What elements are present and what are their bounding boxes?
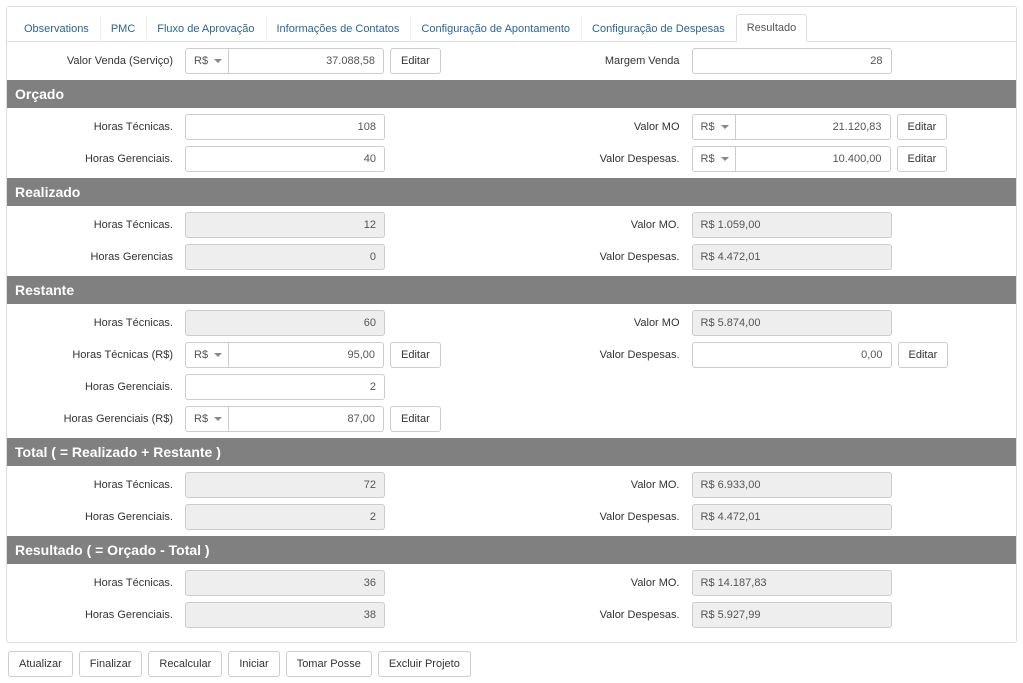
label-total-valor-mo: Valor MO.: [512, 479, 692, 491]
tab-info-contatos[interactable]: Informações de Contatos: [266, 15, 411, 42]
input-real-horas-ger: [185, 244, 385, 270]
label-total-horas-tec: Horas Técnicas.: [15, 479, 185, 491]
main-panel: Observations PMC Fluxo de Aprovação Info…: [6, 6, 1017, 643]
label-orcado-valor-mo: Valor MO: [512, 121, 692, 133]
input-total-valor-mo: [692, 472, 892, 498]
section-realizado: Realizado: [7, 178, 1016, 206]
edit-rest-ger-button[interactable]: Editar: [390, 406, 441, 432]
select-currency-rest-tec[interactable]: R$: [185, 342, 229, 368]
edit-rest-desp-button[interactable]: Editar: [898, 342, 949, 368]
tab-resultado[interactable]: Resultado: [736, 14, 808, 42]
input-res-valor-mo: [692, 570, 892, 596]
finalizar-button[interactable]: Finalizar: [79, 651, 143, 677]
select-currency-orcado-desp[interactable]: R$: [692, 146, 736, 172]
tab-fluxo[interactable]: Fluxo de Aprovação: [146, 15, 265, 42]
input-total-horas-tec: [185, 472, 385, 498]
tab-config-despesas[interactable]: Configuração de Despesas: [581, 15, 736, 42]
input-rest-horas-ger[interactable]: [185, 374, 385, 400]
label-orcado-horas-ger: Horas Gerenciais.: [15, 153, 185, 165]
tab-observations[interactable]: Observations: [13, 15, 100, 42]
label-rest-valor-desp: Valor Despesas.: [512, 349, 692, 361]
label-res-valor-mo: Valor MO.: [512, 577, 692, 589]
label-orcado-valor-desp: Valor Despesas.: [512, 153, 692, 165]
input-orcado-valor-mo[interactable]: [736, 114, 891, 140]
label-real-horas-ger: Horas Gerencias: [15, 251, 185, 263]
label-total-horas-ger: Horas Gerenciais.: [15, 511, 185, 523]
input-rest-valor-desp[interactable]: [692, 342, 892, 368]
tabbar: Observations PMC Fluxo de Aprovação Info…: [7, 7, 1016, 42]
tab-config-apontamento[interactable]: Configuração de Apontamento: [410, 15, 581, 42]
input-orcado-horas-tec[interactable]: [185, 114, 385, 140]
label-rest-valor-mo: Valor MO: [512, 317, 692, 329]
label-real-horas-tec: Horas Técnicas.: [15, 219, 185, 231]
input-real-horas-tec: [185, 212, 385, 238]
select-currency-rest-ger[interactable]: R$: [185, 406, 229, 432]
section-restante: Restante: [7, 276, 1016, 304]
tomar-posse-button[interactable]: Tomar Posse: [286, 651, 372, 677]
input-rest-valor-mo: [692, 310, 892, 336]
label-total-valor-desp: Valor Despesas.: [512, 511, 692, 523]
iniciar-button[interactable]: Iniciar: [228, 651, 279, 677]
section-total: Total ( = Realizado + Restante ): [7, 438, 1016, 466]
label-rest-horas-ger: Horas Gerenciais.: [15, 381, 185, 393]
input-orcado-horas-ger[interactable]: [185, 146, 385, 172]
input-rest-horas-tec: [185, 310, 385, 336]
input-total-horas-ger: [185, 504, 385, 530]
edit-valor-venda-button[interactable]: Editar: [390, 48, 441, 74]
label-res-horas-ger: Horas Gerenciais.: [15, 609, 185, 621]
section-orcado: Orçado: [7, 80, 1016, 108]
input-valor-venda[interactable]: [229, 48, 384, 74]
input-total-valor-desp: [692, 504, 892, 530]
input-rest-horas-ger-rs[interactable]: [229, 406, 384, 432]
tab-pmc[interactable]: PMC: [100, 15, 146, 42]
label-margem-venda: Margem Venda: [512, 55, 692, 67]
label-orcado-horas-tec: Horas Técnicas.: [15, 121, 185, 133]
input-rest-horas-tec-rs[interactable]: [229, 342, 384, 368]
select-currency-orcado-mo[interactable]: R$: [692, 114, 736, 140]
atualizar-button[interactable]: Atualizar: [8, 651, 73, 677]
select-currency-venda[interactable]: R$: [185, 48, 229, 74]
label-rest-horas-ger-rs: Horas Gerenciais (R$): [15, 413, 185, 425]
edit-orcado-desp-button[interactable]: Editar: [897, 146, 948, 172]
label-real-valor-mo: Valor MO.: [512, 219, 692, 231]
label-res-valor-desp: Valor Despesas.: [512, 609, 692, 621]
recalcular-button[interactable]: Recalcular: [148, 651, 222, 677]
input-real-valor-desp: [692, 244, 892, 270]
footer-buttons: Atualizar Finalizar Recalcular Iniciar T…: [6, 643, 1017, 677]
edit-rest-tec-button[interactable]: Editar: [390, 342, 441, 368]
input-res-valor-desp: [692, 602, 892, 628]
edit-orcado-mo-button[interactable]: Editar: [897, 114, 948, 140]
input-real-valor-mo: [692, 212, 892, 238]
label-rest-horas-tec: Horas Técnicas.: [15, 317, 185, 329]
input-margem-venda[interactable]: [692, 48, 892, 74]
label-valor-venda: Valor Venda (Serviço): [15, 55, 185, 67]
label-real-valor-desp: Valor Despesas.: [512, 251, 692, 263]
label-rest-horas-tec-rs: Horas Técnicas (R$): [15, 349, 185, 361]
section-resultado: Resultado ( = Orçado - Total ): [7, 536, 1016, 564]
input-res-horas-tec: [185, 570, 385, 596]
label-res-horas-tec: Horas Técnicas.: [15, 577, 185, 589]
input-res-horas-ger: [185, 602, 385, 628]
excluir-projeto-button[interactable]: Excluir Projeto: [378, 651, 471, 677]
input-orcado-valor-desp[interactable]: [736, 146, 891, 172]
